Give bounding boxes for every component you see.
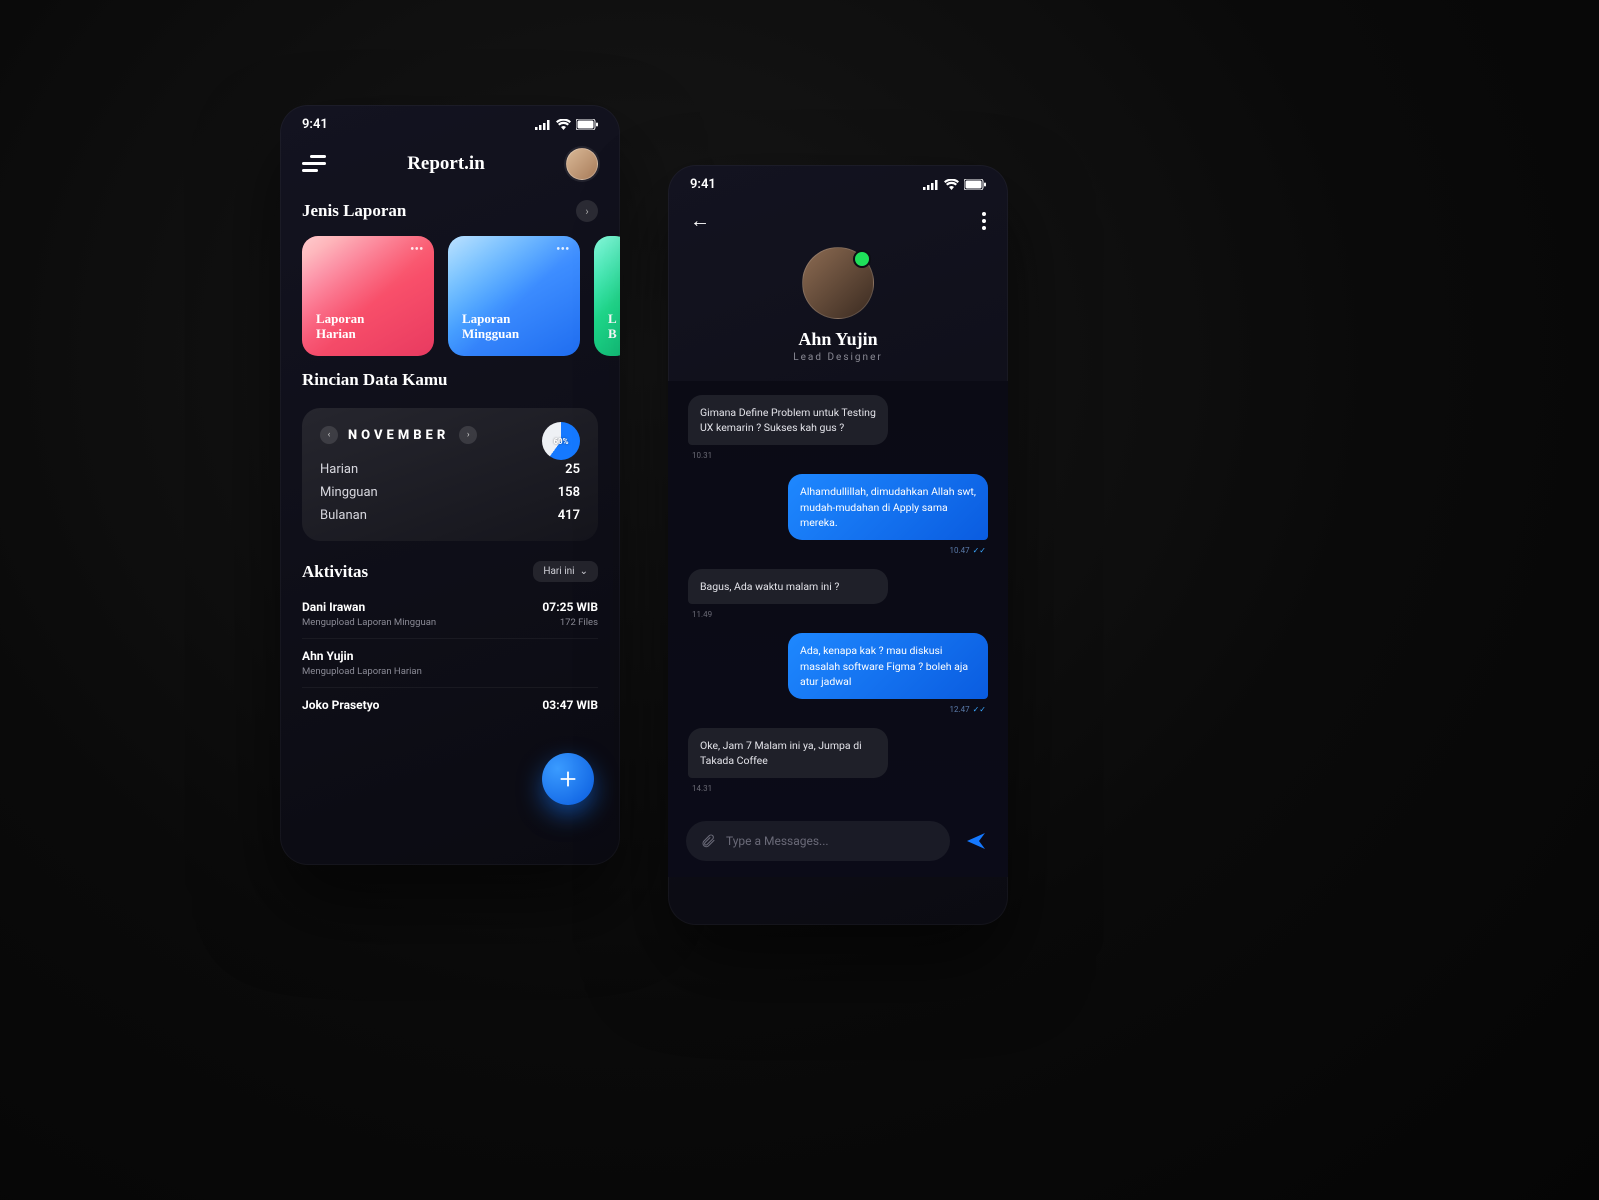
message-time: 10.47✓✓ [688,546,986,555]
message-time: 12.47✓✓ [688,705,986,714]
more-menu-button[interactable] [982,212,986,230]
data-row: Mingguan158 [320,485,580,500]
wifi-icon [944,179,959,190]
section-title-reports: Jenis Laporan [302,201,406,221]
send-button[interactable] [962,827,990,855]
activity-list: Dani Irawan07:25 WIB Mengupload Laporan … [280,590,620,722]
chevron-down-icon: ⌄ [580,566,588,577]
message-input[interactable]: Type a Messages... [686,821,950,861]
menu-icon[interactable] [302,155,326,173]
detail-card: ‹ NOVEMBER › 60% Harian25 Mingguan158 Bu… [302,408,598,541]
back-button[interactable]: ← [690,208,710,233]
message-time: 14.31 [692,784,988,793]
message-placeholder: Type a Messages... [726,834,829,848]
report-card-title: L B [608,311,617,342]
contact-role: Lead Designer [793,352,883,363]
plus-icon [557,768,579,790]
add-button[interactable] [542,753,594,805]
activity-item[interactable]: Ahn Yujin Mengupload Laporan Harian [302,639,598,688]
wifi-icon [556,119,571,130]
report-cards: ••• Laporan Harian ••• Laporan Mingguan … [280,228,620,364]
more-icon[interactable]: ••• [410,244,424,256]
message-in[interactable]: Gimana Define Problem untuk Testing UX k… [688,395,888,445]
status-time: 9:41 [302,117,328,132]
chat-profile: Ahn Yujin Lead Designer [668,243,1008,381]
status-bar: 9:41 [280,105,620,138]
signal-icon [923,180,939,190]
report-card-bulanan[interactable]: L B [594,236,620,356]
avatar[interactable] [566,148,598,180]
signal-icon [535,120,551,130]
device-report: 9:41 Report.in Jenis Laporan › ••• Lapor… [280,105,620,865]
next-month-button[interactable]: › [459,426,477,444]
section-title-detail: Rincian Data Kamu [302,370,447,390]
month-label: NOVEMBER [348,428,449,443]
avatar[interactable] [802,247,874,319]
composer: Type a Messages... [668,811,1008,877]
contact-name: Ahn Yujin [798,329,877,350]
status-icons [923,179,986,190]
month-nav: ‹ NOVEMBER › [320,426,580,444]
more-icon[interactable]: ••• [556,244,570,256]
data-row: Bulanan417 [320,508,580,523]
read-check-icon: ✓✓ [973,705,986,714]
chat-body: Gimana Define Problem untuk Testing UX k… [668,381,1008,877]
prev-month-button[interactable]: ‹ [320,426,338,444]
chevron-right-icon[interactable]: › [576,200,598,222]
report-card-title: Laporan Mingguan [462,311,566,342]
message-time: 10.31 [692,451,988,460]
app-header: Report.in [280,138,620,194]
device-chat: 9:41 ← Ahn Yujin Lead Designer Gimana De… [668,165,1008,925]
status-bar: 9:41 [668,165,1008,198]
report-card-title: Laporan Harian [316,311,420,342]
message-time: 11.49 [692,610,988,619]
chat-header: ← [668,198,1008,243]
message-out[interactable]: Ada, kenapa kak ? mau diskusi masalah so… [788,633,988,699]
message-out[interactable]: Alhamdullillah, dimudahkan Allah swt, mu… [788,474,988,540]
activity-item[interactable]: Joko Prasetyo03:47 WIB [302,688,598,722]
battery-icon [576,119,598,130]
send-icon [964,829,988,853]
section-title-activity: Aktivitas [302,562,368,582]
read-check-icon: ✓✓ [973,546,986,555]
status-time: 9:41 [690,177,716,192]
report-card-mingguan[interactable]: ••• Laporan Mingguan [448,236,580,356]
attachment-icon[interactable] [700,833,716,849]
status-icons [535,119,598,130]
message-in[interactable]: Bagus, Ada waktu malam ini ? [688,569,888,604]
data-row: Harian25 [320,462,580,477]
report-card-harian[interactable]: ••• Laporan Harian [302,236,434,356]
filter-chip[interactable]: Hari ini⌄ [533,561,598,582]
percent-badge: 60% [542,422,580,460]
activity-item[interactable]: Dani Irawan07:25 WIB Mengupload Laporan … [302,590,598,639]
battery-icon [964,179,986,190]
app-brand: Report.in [407,153,485,175]
message-in[interactable]: Oke, Jam 7 Malam ini ya, Jumpa di Takada… [688,728,888,778]
